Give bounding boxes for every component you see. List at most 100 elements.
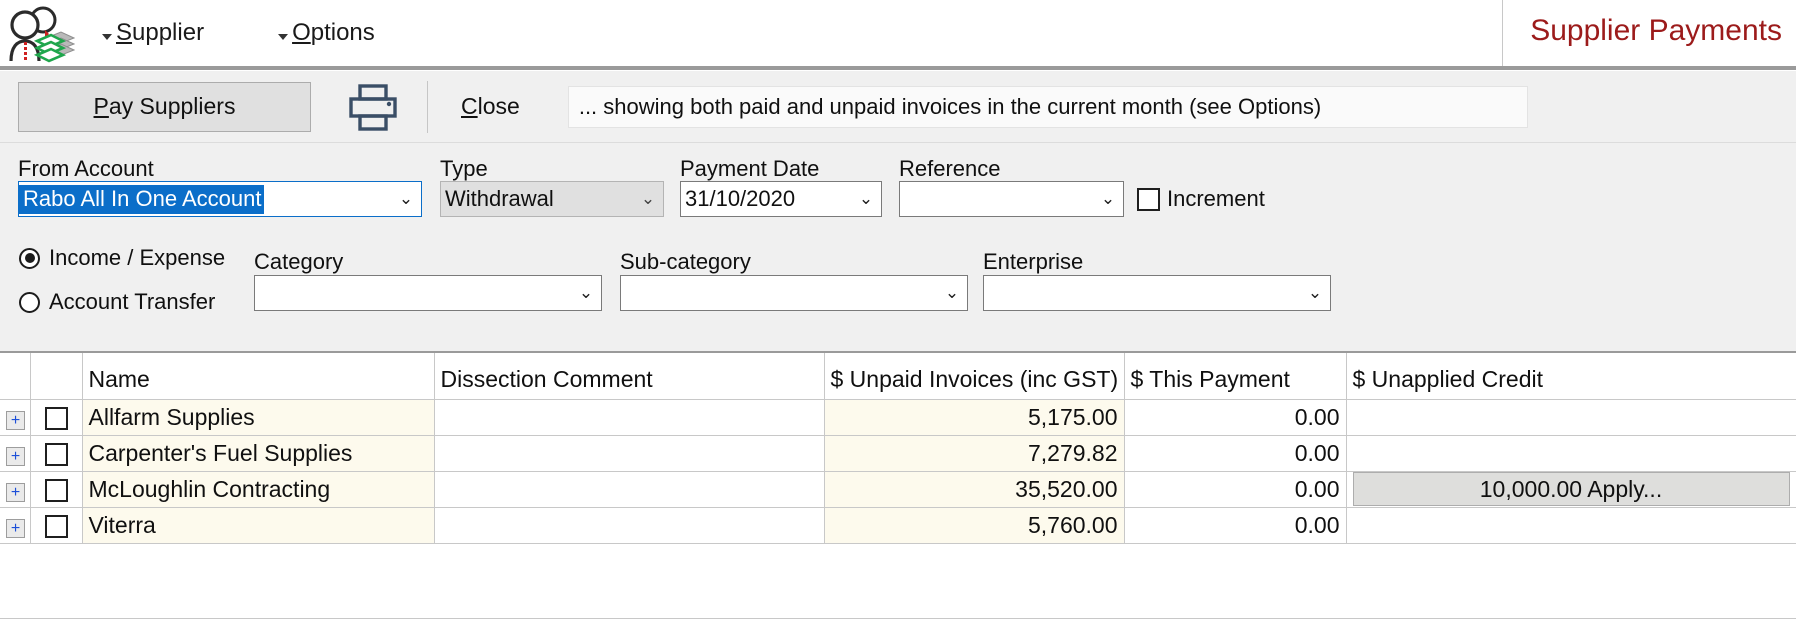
type-label: Type (440, 156, 488, 181)
row-expand-cell: + (0, 435, 31, 472)
chevron-down-icon: ⌄ (858, 189, 874, 208)
subcategory-label: Sub-category (620, 249, 751, 274)
cell-unapplied-credit[interactable] (1346, 507, 1796, 544)
printer-icon (349, 83, 397, 131)
chevron-down-icon: ⌄ (944, 283, 960, 302)
menu-supplier-label: Supplier (116, 19, 205, 46)
type-value: Withdrawal (445, 186, 554, 211)
row-expand-cell: + (0, 399, 31, 436)
column-header-expand (0, 353, 31, 400)
row-select-cell (30, 471, 83, 508)
cell-name[interactable]: Carpenter's Fuel Supplies (82, 435, 435, 472)
column-header-name-label: Name (88, 365, 150, 392)
print-button[interactable] (344, 80, 402, 134)
increment-label: Increment (1167, 186, 1265, 211)
row-select-cell (30, 399, 83, 436)
cell-unpaid-invoices[interactable]: 5,760.00 (824, 507, 1125, 544)
row-select-checkbox[interactable] (44, 442, 68, 466)
cell-name[interactable]: Viterra (82, 507, 435, 544)
expand-row-icon[interactable]: + (6, 411, 25, 430)
row-select-checkbox[interactable] (44, 478, 68, 502)
cell-name[interactable]: Allfarm Supplies (82, 399, 435, 436)
chevron-down-icon: ⌄ (398, 189, 414, 208)
close-button[interactable]: Close (461, 93, 520, 120)
row-select-cell (30, 435, 83, 472)
cell-unpaid-invoices[interactable]: 35,520.00 (824, 471, 1125, 508)
column-header-select[interactable] (30, 353, 83, 400)
table-row[interactable]: + McLoughlin Contracting 35,520.00 0.00 10,0… (0, 471, 1796, 508)
radio-income-expense-label: Income / Expense (49, 245, 226, 270)
cell-dissection-comment[interactable] (434, 399, 825, 436)
category-combobox[interactable]: ⌄ (254, 275, 602, 311)
row-select-checkbox[interactable] (44, 406, 68, 430)
column-header-unapplied-credit[interactable]: $ Unapplied Credit (1346, 353, 1796, 400)
cell-this-payment[interactable]: 0.00 (1124, 399, 1347, 436)
chevron-down-icon: ⌄ (1307, 283, 1323, 302)
category-label: Category (254, 249, 344, 274)
supplier-grid[interactable]: Name Dissection Comment $ Unpaid Invoice… (0, 351, 1796, 619)
page-title: Supplier Payments (1530, 14, 1782, 47)
supplier-payments-icon (4, 2, 76, 64)
cell-this-payment[interactable]: 0.00 (1124, 435, 1347, 472)
payment-form-panel: From Account Type Payment Date Reference… (0, 142, 1796, 351)
info-message: ... showing both paid and unpaid invoice… (567, 85, 1528, 128)
chevron-down-icon (278, 34, 289, 40)
menu-options[interactable]: Options (270, 15, 383, 51)
menu-bar: Supplier Options Supplier Payments (0, 0, 1796, 70)
column-header-this-payment[interactable]: $ This Payment (1124, 353, 1347, 400)
enterprise-combobox[interactable]: ⌄ (983, 275, 1331, 311)
title-divider (1502, 0, 1503, 66)
radio-account-transfer-label: Account Transfer (49, 289, 216, 314)
cell-dissection-comment[interactable] (434, 435, 825, 472)
pay-suppliers-label: Pay Suppliers (93, 93, 236, 119)
table-row[interactable]: + Viterra 5,760.00 0.00 (0, 507, 1796, 544)
increment-checkbox[interactable]: Increment (1137, 186, 1265, 212)
cell-name[interactable]: McLoughlin Contracting (82, 471, 435, 508)
reference-combobox[interactable]: ⌄ (899, 181, 1124, 217)
toolbar: Pay Suppliers Close ... showing both pai… (0, 70, 1796, 142)
supplier-table: Name Dissection Comment $ Unpaid Invoice… (0, 353, 1796, 544)
radio-income-expense[interactable]: Income / Expense (19, 245, 225, 271)
from-account-combobox[interactable]: Rabo All In One Account ⌄ (18, 181, 422, 217)
cell-this-payment[interactable]: 0.00 (1124, 471, 1347, 508)
subcategory-combobox[interactable]: ⌄ (620, 275, 968, 311)
menu-supplier[interactable]: Supplier (94, 15, 212, 51)
table-row[interactable]: + Allfarm Supplies 5,175.00 0.00 (0, 399, 1796, 436)
sort-ascending-icon (410, 370, 427, 383)
payment-date-value: 31/10/2020 (685, 186, 796, 211)
chevron-down-icon: ⌄ (640, 189, 656, 208)
column-header-dissection-comment[interactable]: Dissection Comment (434, 353, 825, 400)
expand-row-icon[interactable]: + (6, 483, 25, 502)
expand-row-icon[interactable]: + (6, 447, 25, 466)
table-header-row: Name Dissection Comment $ Unpaid Invoice… (0, 353, 1796, 400)
radio-selected-icon (19, 247, 40, 269)
column-header-unpaid-label: $ Unpaid Invoices (inc GST) (830, 365, 1119, 392)
info-message-text: ... showing both paid and unpaid invoice… (578, 93, 1322, 119)
cell-unapplied-credit[interactable] (1346, 399, 1796, 436)
table-body: + Allfarm Supplies 5,175.00 0.00 + Carpenter'… (0, 399, 1796, 544)
column-header-this-payment-label: $ This Payment (1130, 365, 1290, 392)
checkbox-box (1137, 187, 1160, 211)
apply-credit-button[interactable]: 10,000.00 Apply... (1352, 472, 1790, 506)
cell-unpaid-invoices[interactable]: 7,279.82 (824, 435, 1125, 472)
row-expand-cell: + (0, 471, 31, 508)
cell-dissection-comment[interactable] (434, 507, 825, 544)
toolbar-separator (427, 80, 428, 133)
expand-row-icon[interactable]: + (6, 519, 25, 538)
cell-unapplied-credit[interactable] (1346, 435, 1796, 472)
chevron-down-icon: ⌄ (1100, 189, 1116, 208)
cell-dissection-comment[interactable] (434, 471, 825, 508)
payment-date-combobox[interactable]: 31/10/2020 ⌄ (680, 181, 882, 217)
table-row[interactable]: + Carpenter's Fuel Supplies 7,279.82 0.00 (0, 435, 1796, 472)
column-header-unapplied-credit-label: $ Unapplied Credit (1352, 365, 1544, 392)
row-select-checkbox[interactable] (44, 514, 68, 538)
reference-label: Reference (899, 156, 1001, 181)
type-combobox[interactable]: Withdrawal ⌄ (440, 181, 664, 217)
radio-account-transfer[interactable]: Account Transfer (19, 289, 215, 315)
column-header-unpaid-invoices[interactable]: $ Unpaid Invoices (inc GST) (824, 353, 1125, 400)
cell-unpaid-invoices[interactable]: 5,175.00 (824, 399, 1125, 436)
pay-suppliers-button[interactable]: Pay Suppliers (18, 81, 311, 132)
cell-this-payment[interactable]: 0.00 (1124, 507, 1347, 544)
column-header-name[interactable]: Name (82, 353, 435, 400)
from-account-value: Rabo All In One Account (19, 184, 264, 214)
